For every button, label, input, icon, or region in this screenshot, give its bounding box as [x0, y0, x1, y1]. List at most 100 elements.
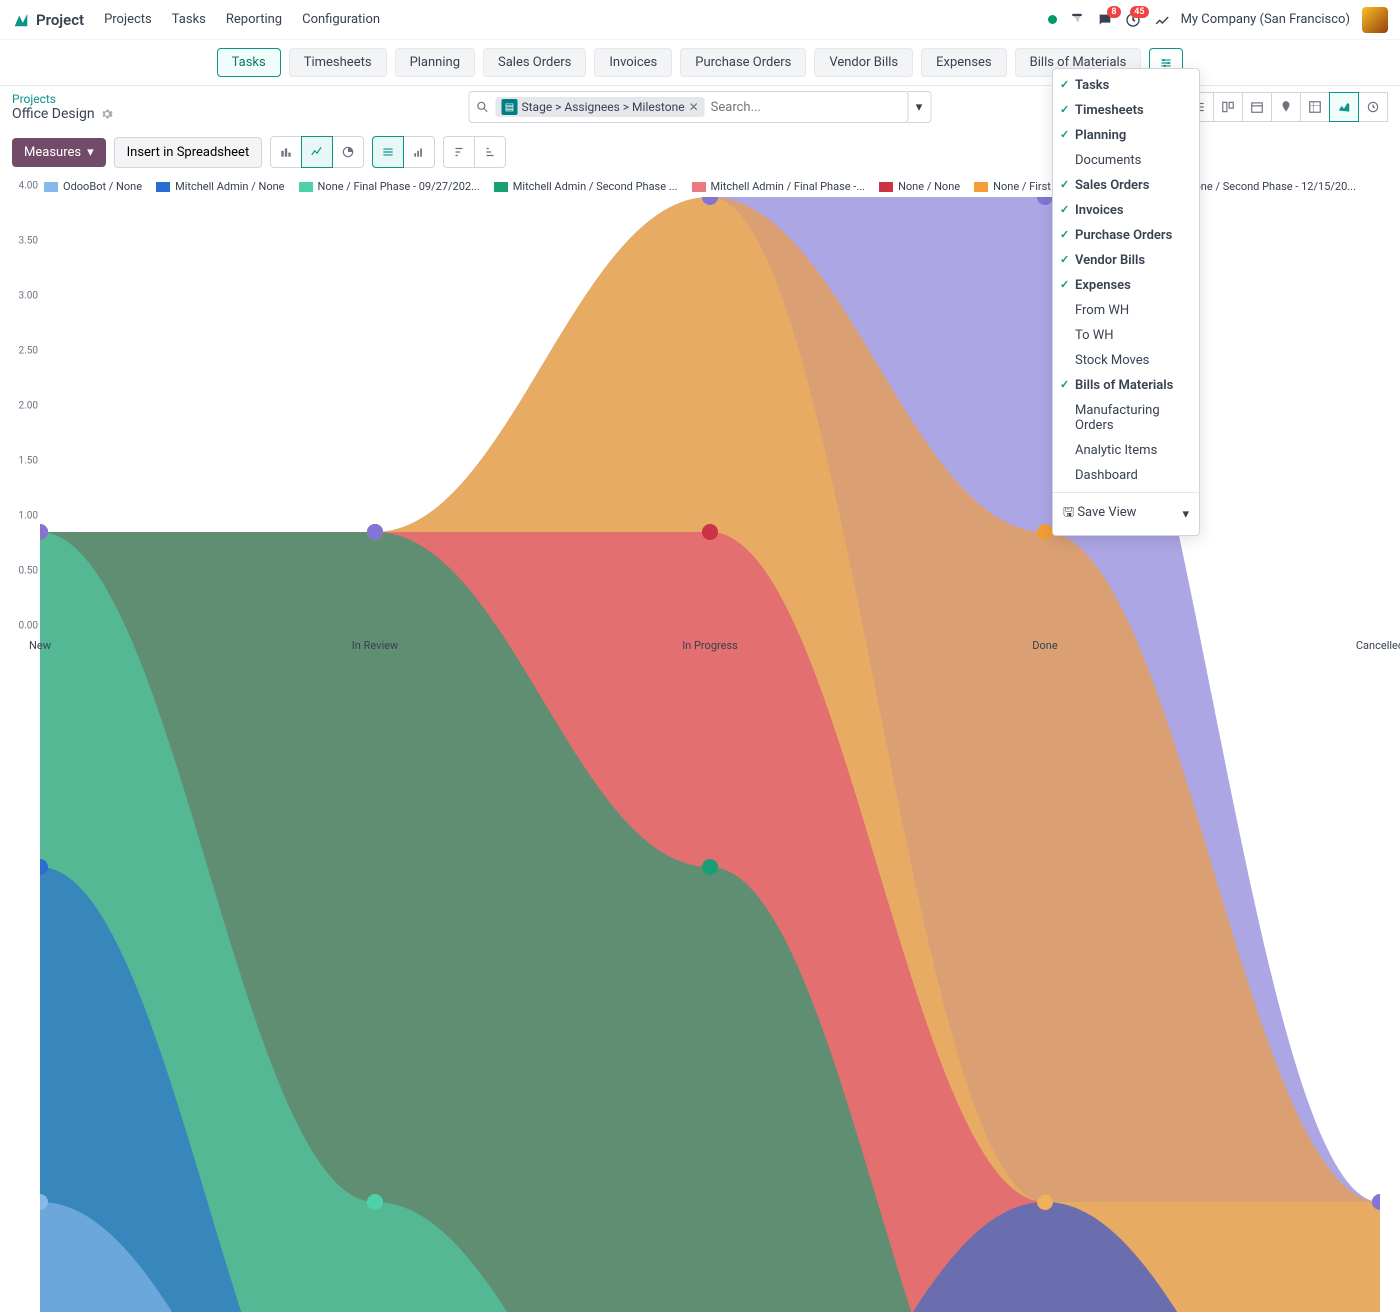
search-input[interactable]: [711, 100, 902, 115]
menu-reporting[interactable]: Reporting: [226, 12, 282, 27]
caret-down-icon: ▾: [87, 145, 94, 160]
dd-item-timesheets[interactable]: Timesheets: [1053, 98, 1199, 123]
chart-point[interactable]: [367, 524, 383, 540]
dd-item-invoices[interactable]: Invoices: [1053, 198, 1199, 223]
breadcrumb-parent[interactable]: Projects: [12, 92, 113, 106]
phone-icon[interactable]: [1069, 12, 1085, 28]
app-name: Project: [36, 11, 84, 29]
dd-item-sales-orders[interactable]: Sales Orders: [1053, 173, 1199, 198]
legend-item[interactable]: Mitchell Admin / Second Phase ...: [494, 180, 678, 193]
dd-item-dashboard[interactable]: Dashboard: [1053, 463, 1199, 488]
menu-configuration[interactable]: Configuration: [302, 12, 380, 27]
legend-swatch: [299, 182, 313, 192]
view-activity[interactable]: [1358, 92, 1388, 122]
dd-item-stock-moves[interactable]: Stock Moves: [1053, 348, 1199, 373]
chart-point[interactable]: [1037, 1194, 1053, 1210]
chevron-down-icon: ▾: [1182, 507, 1189, 522]
tab-timesheets[interactable]: Timesheets: [289, 48, 387, 77]
groupby-chip[interactable]: ▤ Stage > Assignees > Milestone ✕: [496, 97, 705, 117]
dd-item-tasks[interactable]: Tasks: [1053, 73, 1199, 98]
save-view-item[interactable]: 🖫 Save View ▾: [1053, 497, 1199, 531]
user-avatar[interactable]: [1362, 7, 1388, 33]
search-box[interactable]: ▤ Stage > Assignees > Milestone ✕: [469, 91, 909, 123]
company-selector[interactable]: My Company (San Francisco): [1181, 12, 1350, 27]
y-tick: 3.00: [19, 291, 39, 302]
x-tick: Done: [1032, 639, 1057, 652]
sort-desc-button[interactable]: [443, 136, 475, 168]
cumulative-button[interactable]: [403, 136, 435, 168]
view-switcher: [1185, 92, 1388, 122]
search-options-toggle[interactable]: ▾: [908, 91, 932, 123]
activities-icon[interactable]: 45: [1125, 12, 1141, 28]
x-tick: New: [29, 639, 51, 652]
messages-badge: 8: [1107, 6, 1120, 18]
dd-item-to-wh[interactable]: To WH: [1053, 323, 1199, 348]
dd-item-vendor-bills[interactable]: Vendor Bills: [1053, 248, 1199, 273]
view-calendar[interactable]: [1242, 92, 1272, 122]
view-kanban[interactable]: [1213, 92, 1243, 122]
view-graph[interactable]: [1329, 92, 1359, 122]
search-icon: [476, 100, 490, 114]
groupby-icon: ▤: [502, 99, 518, 115]
measures-button[interactable]: Measures ▾: [12, 138, 106, 167]
y-tick: 1.50: [19, 456, 39, 467]
legend-swatch: [879, 182, 893, 192]
dd-item-planning[interactable]: Planning: [1053, 123, 1199, 148]
tab-tasks[interactable]: Tasks: [217, 48, 281, 77]
chart-point[interactable]: [702, 524, 718, 540]
legend-item[interactable]: Mitchell Admin / Final Phase -...: [692, 180, 866, 193]
chip-remove-icon[interactable]: ✕: [689, 100, 699, 114]
dd-item-purchase-orders[interactable]: Purchase Orders: [1053, 223, 1199, 248]
chart-pie-button[interactable]: [332, 136, 364, 168]
menu-projects[interactable]: Projects: [104, 12, 152, 27]
breadcrumb-current: Office Design: [12, 106, 95, 122]
chart-line-button[interactable]: [301, 136, 333, 168]
gear-icon[interactable]: [101, 108, 113, 120]
y-axis: 0.000.501.001.502.002.503.003.504.00: [8, 197, 38, 637]
debug-icon[interactable]: [1153, 12, 1169, 28]
tab-vendor-bills[interactable]: Vendor Bills: [814, 48, 913, 77]
insert-spreadsheet-button[interactable]: Insert in Spreadsheet: [114, 137, 263, 168]
legend-swatch: [494, 182, 508, 192]
y-tick: 0.50: [19, 566, 39, 577]
tab-invoices[interactable]: Invoices: [594, 48, 672, 77]
activities-badge: 45: [1130, 6, 1148, 18]
search-area: ▤ Stage > Assignees > Milestone ✕ ▾: [469, 91, 932, 123]
tab-purchase-orders[interactable]: Purchase Orders: [680, 48, 806, 77]
legend-swatch: [974, 182, 988, 192]
legend-item[interactable]: Mitchell Admin / None: [156, 180, 284, 193]
tab-sales-orders[interactable]: Sales Orders: [483, 48, 586, 77]
dd-item-bills-of-materials[interactable]: Bills of Materials: [1053, 373, 1199, 398]
sort-asc-button[interactable]: [474, 136, 506, 168]
y-tick: 4.00: [19, 181, 39, 192]
dd-item-expenses[interactable]: Expenses: [1053, 273, 1199, 298]
y-tick: 0.00: [19, 621, 39, 632]
dd-item-manufacturing-orders[interactable]: Manufacturing Orders: [1053, 398, 1199, 438]
top-menu: Projects Tasks Reporting Configuration: [104, 12, 380, 27]
dd-item-analytic-items[interactable]: Analytic Items: [1053, 438, 1199, 463]
chart-bar-button[interactable]: [270, 136, 302, 168]
chart-point[interactable]: [1037, 524, 1053, 540]
systray: 8 45 My Company (San Francisco): [1048, 7, 1388, 33]
tab-expenses[interactable]: Expenses: [921, 48, 1007, 77]
messages-icon[interactable]: 8: [1097, 12, 1113, 28]
dd-item-from-wh[interactable]: From WH: [1053, 298, 1199, 323]
x-axis: NewIn ReviewIn ProgressDoneCancelled: [40, 639, 1380, 657]
dd-item-documents[interactable]: Documents: [1053, 148, 1199, 173]
legend-item[interactable]: OdooBot / None: [44, 180, 142, 193]
y-tick: 2.50: [19, 346, 39, 357]
x-tick: Cancelled: [1356, 639, 1400, 652]
app-logo-icon: [12, 11, 30, 29]
chart-point[interactable]: [367, 1194, 383, 1210]
menu-tasks[interactable]: Tasks: [172, 12, 206, 27]
view-pivot[interactable]: [1300, 92, 1330, 122]
tab-planning[interactable]: Planning: [395, 48, 475, 77]
legend-item[interactable]: None / None: [879, 180, 960, 193]
view-map[interactable]: [1271, 92, 1301, 122]
save-icon: 🖫: [1063, 505, 1074, 520]
topbar: Project Projects Tasks Reporting Configu…: [0, 0, 1400, 40]
legend-item[interactable]: None / Final Phase - 09/27/202...: [299, 180, 480, 193]
chart-point[interactable]: [702, 859, 718, 875]
stacked-button[interactable]: [372, 136, 404, 168]
view-settings-dropdown: TasksTimesheetsPlanningDocumentsSales Or…: [1052, 68, 1200, 536]
